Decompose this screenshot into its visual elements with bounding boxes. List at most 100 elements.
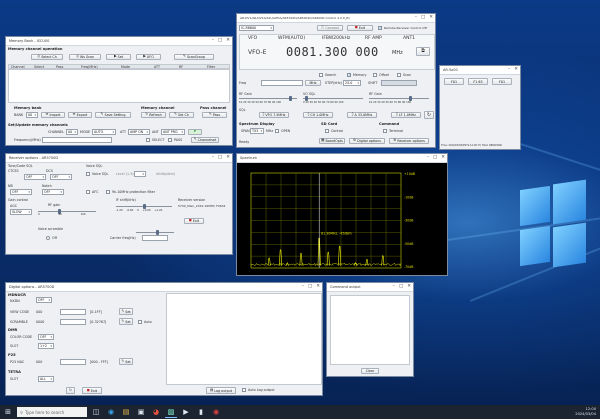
close-icon[interactable]: ✕	[429, 15, 433, 20]
minimize-icon[interactable]: –	[212, 155, 214, 160]
vfo-step-button-2[interactable]: ◊ CH 1.0MHz	[303, 112, 333, 118]
log-textarea[interactable]	[166, 293, 322, 385]
open-checkbox[interactable]	[275, 129, 279, 133]
vfo-step-button-3[interactable]: ◊ A 33.0MHz	[347, 112, 377, 118]
vfo-step-button-4[interactable]: ◊ LF 1.0MHz	[391, 112, 421, 118]
start-button[interactable]: ⊞	[2, 407, 14, 418]
freq-set-button[interactable]: MHz	[305, 80, 321, 86]
maximize-icon[interactable]: □	[421, 15, 425, 20]
connect-button[interactable]: ◫ Connect	[317, 25, 343, 31]
ufo-button[interactable]: ▶ UFO	[136, 54, 161, 60]
digital-refresh-button[interactable]: ↻	[66, 387, 75, 394]
nxdn-select[interactable]: OFF	[36, 297, 52, 303]
ant-select[interactable]: ANT PRG	[161, 129, 185, 135]
set-ch-button[interactable]: ✎ Set Ch	[169, 112, 194, 118]
view-code-input[interactable]	[60, 309, 86, 315]
scan-checkbox[interactable]	[397, 73, 401, 77]
voice-sql-checkbox[interactable]	[86, 172, 90, 176]
maximize-icon[interactable]: □	[399, 284, 403, 289]
task-view-button[interactable]: ◫	[90, 407, 102, 418]
p25-nac-input[interactable]	[60, 359, 86, 365]
notch-select[interactable]: OFF	[42, 189, 64, 195]
maximize-icon[interactable]: □	[218, 38, 222, 43]
protection-filter-checkbox[interactable]	[106, 190, 110, 194]
copy-button[interactable]: ⧉	[416, 47, 430, 56]
control-checkbox[interactable]	[325, 129, 329, 133]
channel-select[interactable]: 00	[66, 129, 78, 135]
if-shift-slider[interactable]	[116, 206, 172, 207]
rf-gain-slider-2[interactable]	[369, 98, 429, 99]
f-button-3[interactable]: F01	[492, 78, 512, 85]
maximize-icon[interactable]: □	[218, 155, 222, 160]
minimize-icon[interactable]: –	[415, 15, 417, 20]
explorer-button[interactable]: ▤	[120, 407, 132, 418]
span-select[interactable]: TX3	[250, 128, 264, 134]
shift-input[interactable]	[381, 80, 417, 86]
select-ch-button[interactable]: ◎ Select Ch	[31, 54, 63, 60]
digital-exit-button[interactable]: ◼ Exit	[82, 387, 102, 394]
freq-input[interactable]	[42, 137, 112, 143]
nb-select[interactable]: OFF	[10, 189, 32, 195]
dcs-select[interactable]: OFF	[50, 174, 72, 180]
save-setting-button[interactable]: ✎ Save Setting	[95, 112, 131, 118]
close-icon[interactable]: ✕	[407, 284, 411, 289]
memory-checkbox[interactable]	[347, 73, 351, 77]
mode-select[interactable]: AUTO	[92, 129, 116, 135]
import-button[interactable]: ➥ Import	[41, 112, 65, 118]
bank-select[interactable]: 00	[26, 112, 38, 118]
pass-checkbox[interactable]	[168, 138, 172, 142]
receiver-options-button[interactable]: ⚙ Receiver options	[389, 138, 429, 144]
close-icon[interactable]: ✕	[316, 284, 320, 289]
channelset-button[interactable]: ✎ Channelset	[191, 137, 219, 143]
close-icon[interactable]: ✕	[226, 38, 230, 43]
radio-button[interactable]: ◉	[210, 407, 222, 418]
refresh-button[interactable]: ↻	[424, 111, 434, 119]
minimize-icon[interactable]: –	[302, 284, 304, 289]
scan-group-button[interactable]: ✎ ScanGroup	[174, 54, 214, 60]
clear-button[interactable]: Clear	[361, 368, 379, 374]
digital-options-button[interactable]: ⚙ Digital options	[349, 138, 385, 144]
vfo-step-button-1[interactable]: ◊ VFO 7.5MHz	[259, 112, 289, 118]
step-select[interactable]: 25.0	[343, 80, 361, 86]
color-code-select[interactable]: OFF	[38, 334, 54, 340]
maximize-icon[interactable]: □	[308, 284, 312, 289]
scramble-off-radio[interactable]	[46, 236, 50, 240]
f-button-1[interactable]: F01	[444, 78, 464, 85]
store-button[interactable]: ▣	[135, 407, 147, 418]
channel-table-body[interactable]	[8, 69, 230, 103]
minimize-icon[interactable]: –	[508, 67, 510, 72]
view-code-set-button[interactable]: ✎ Set	[119, 308, 133, 315]
rf-gain-slider[interactable]	[38, 211, 96, 212]
terminal-checkbox[interactable]	[383, 129, 387, 133]
carrier-input[interactable]	[142, 235, 168, 241]
agc-select[interactable]: SLOW	[10, 209, 32, 215]
rf-gain-thumb[interactable]	[289, 96, 292, 101]
log-output-button[interactable]: ▤ Log output	[206, 387, 236, 394]
rf-gain-slider[interactable]	[239, 98, 297, 99]
minimize-icon[interactable]: –	[393, 284, 395, 289]
f-button-2[interactable]: F1 63	[468, 78, 488, 85]
scramble-input[interactable]	[60, 319, 86, 325]
select-checkbox[interactable]	[146, 138, 150, 142]
auto-log-checkbox[interactable]	[242, 388, 246, 392]
spectrum-plot[interactable]: +10dB -10dB -30dB -50dB -70dB 81.30MHz, -45dB…	[237, 163, 448, 276]
app-button[interactable]: ▨	[165, 407, 177, 418]
scramble-set-button[interactable]: ✎ Set	[119, 318, 133, 325]
level-select[interactable]	[134, 171, 146, 177]
go-button[interactable]: ➤	[188, 129, 202, 135]
search-checkbox[interactable]	[319, 73, 323, 77]
minimize-icon[interactable]: –	[212, 38, 214, 43]
close-icon[interactable]: ✕	[441, 155, 445, 160]
taskbar-search[interactable]: ⚲ Type here to search	[17, 407, 87, 417]
command-output-text[interactable]	[330, 295, 410, 365]
p25-set-button[interactable]: ✎ Set	[119, 358, 133, 365]
exit-button[interactable]: ◼ Exit	[347, 25, 373, 31]
minimize-icon[interactable]: –	[427, 155, 429, 160]
ws-scan-button[interactable]: ◎ Ws Scan	[69, 54, 101, 60]
media-button[interactable]: ▶	[180, 407, 192, 418]
refresh-button[interactable]: ↻ Refresh	[141, 112, 166, 118]
model-select[interactable]: IC-R8600	[239, 25, 274, 31]
export-button[interactable]: ➥ Export	[68, 112, 92, 118]
set-button[interactable]: ▶ Set	[106, 54, 131, 60]
tetra-slot-select[interactable]: ALL	[38, 376, 54, 382]
